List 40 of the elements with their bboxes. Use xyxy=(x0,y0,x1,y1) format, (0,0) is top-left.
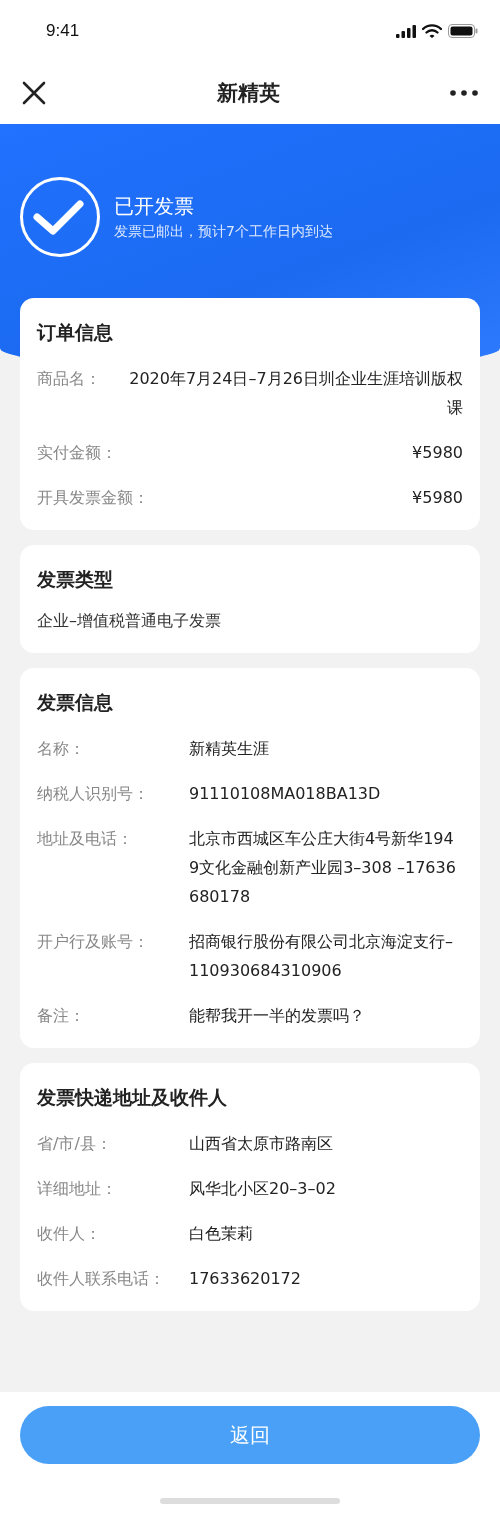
wifi-icon xyxy=(422,24,442,38)
field-value: 17633620172 xyxy=(189,1268,302,1290)
signal-icon xyxy=(396,24,416,38)
close-icon[interactable] xyxy=(21,80,47,106)
battery-icon xyxy=(448,24,478,38)
field-label: 地址及电话： xyxy=(37,828,134,850)
field-value: 北京市西城区车公庄大街4号新华1949文化金融创新产业园3–308 –17636680178 xyxy=(189,828,457,908)
field-value: 新精英生涯 xyxy=(189,738,270,760)
field-value: ¥5980 xyxy=(412,442,463,464)
field-label: 收件人： xyxy=(37,1223,102,1245)
field-value: 白色茉莉 xyxy=(189,1223,254,1245)
field-label: 名称： xyxy=(37,738,86,760)
section-title: 发票信息 xyxy=(37,690,114,715)
field-label: 开具发票金额： xyxy=(37,487,149,509)
section-text: 企业–增值税普通电子发票 xyxy=(37,610,222,632)
field-value: 能帮我开一半的发票吗？ xyxy=(189,1005,366,1027)
field-value: 招商银行股份有限公司北京海淀支行–110930684310906 xyxy=(189,931,454,982)
section-title: 订单信息 xyxy=(37,320,114,345)
field-value: 91110108MA018BA13D xyxy=(189,783,382,805)
field-label: 开户行及账号： xyxy=(37,931,150,953)
page-title: 新精英 xyxy=(217,80,280,107)
status-subtitle: 发票已邮出，预计7个工作日内到达 xyxy=(114,222,333,241)
field-value: 山西省太原市路南区 xyxy=(189,1133,334,1155)
field-label: 商品名： xyxy=(37,368,101,390)
field-label: 纳税人识别号： xyxy=(37,783,150,805)
field-value: ¥5980 xyxy=(412,487,463,509)
back-button[interactable]: 返回 xyxy=(20,1406,480,1464)
field-value: 2020年7月24日–7月26日圳企业生涯培训版权课 xyxy=(128,368,463,419)
field-label: 省/市/县： xyxy=(37,1133,113,1155)
section-title: 发票快递地址及收件人 xyxy=(37,1085,228,1110)
field-label: 收件人联系电话： xyxy=(37,1268,166,1290)
field-value: 风华北小区20–3–02 xyxy=(189,1178,337,1200)
field-label: 实付金额： xyxy=(37,442,117,464)
check-circle-icon xyxy=(20,177,100,257)
section-title: 发票类型 xyxy=(37,567,114,592)
status-title: 已开发票 xyxy=(114,193,195,220)
more-icon[interactable] xyxy=(450,90,478,96)
field-label: 备注： xyxy=(37,1005,86,1027)
status-time: 9:41 xyxy=(46,21,80,41)
field-label: 详细地址： xyxy=(37,1178,118,1200)
